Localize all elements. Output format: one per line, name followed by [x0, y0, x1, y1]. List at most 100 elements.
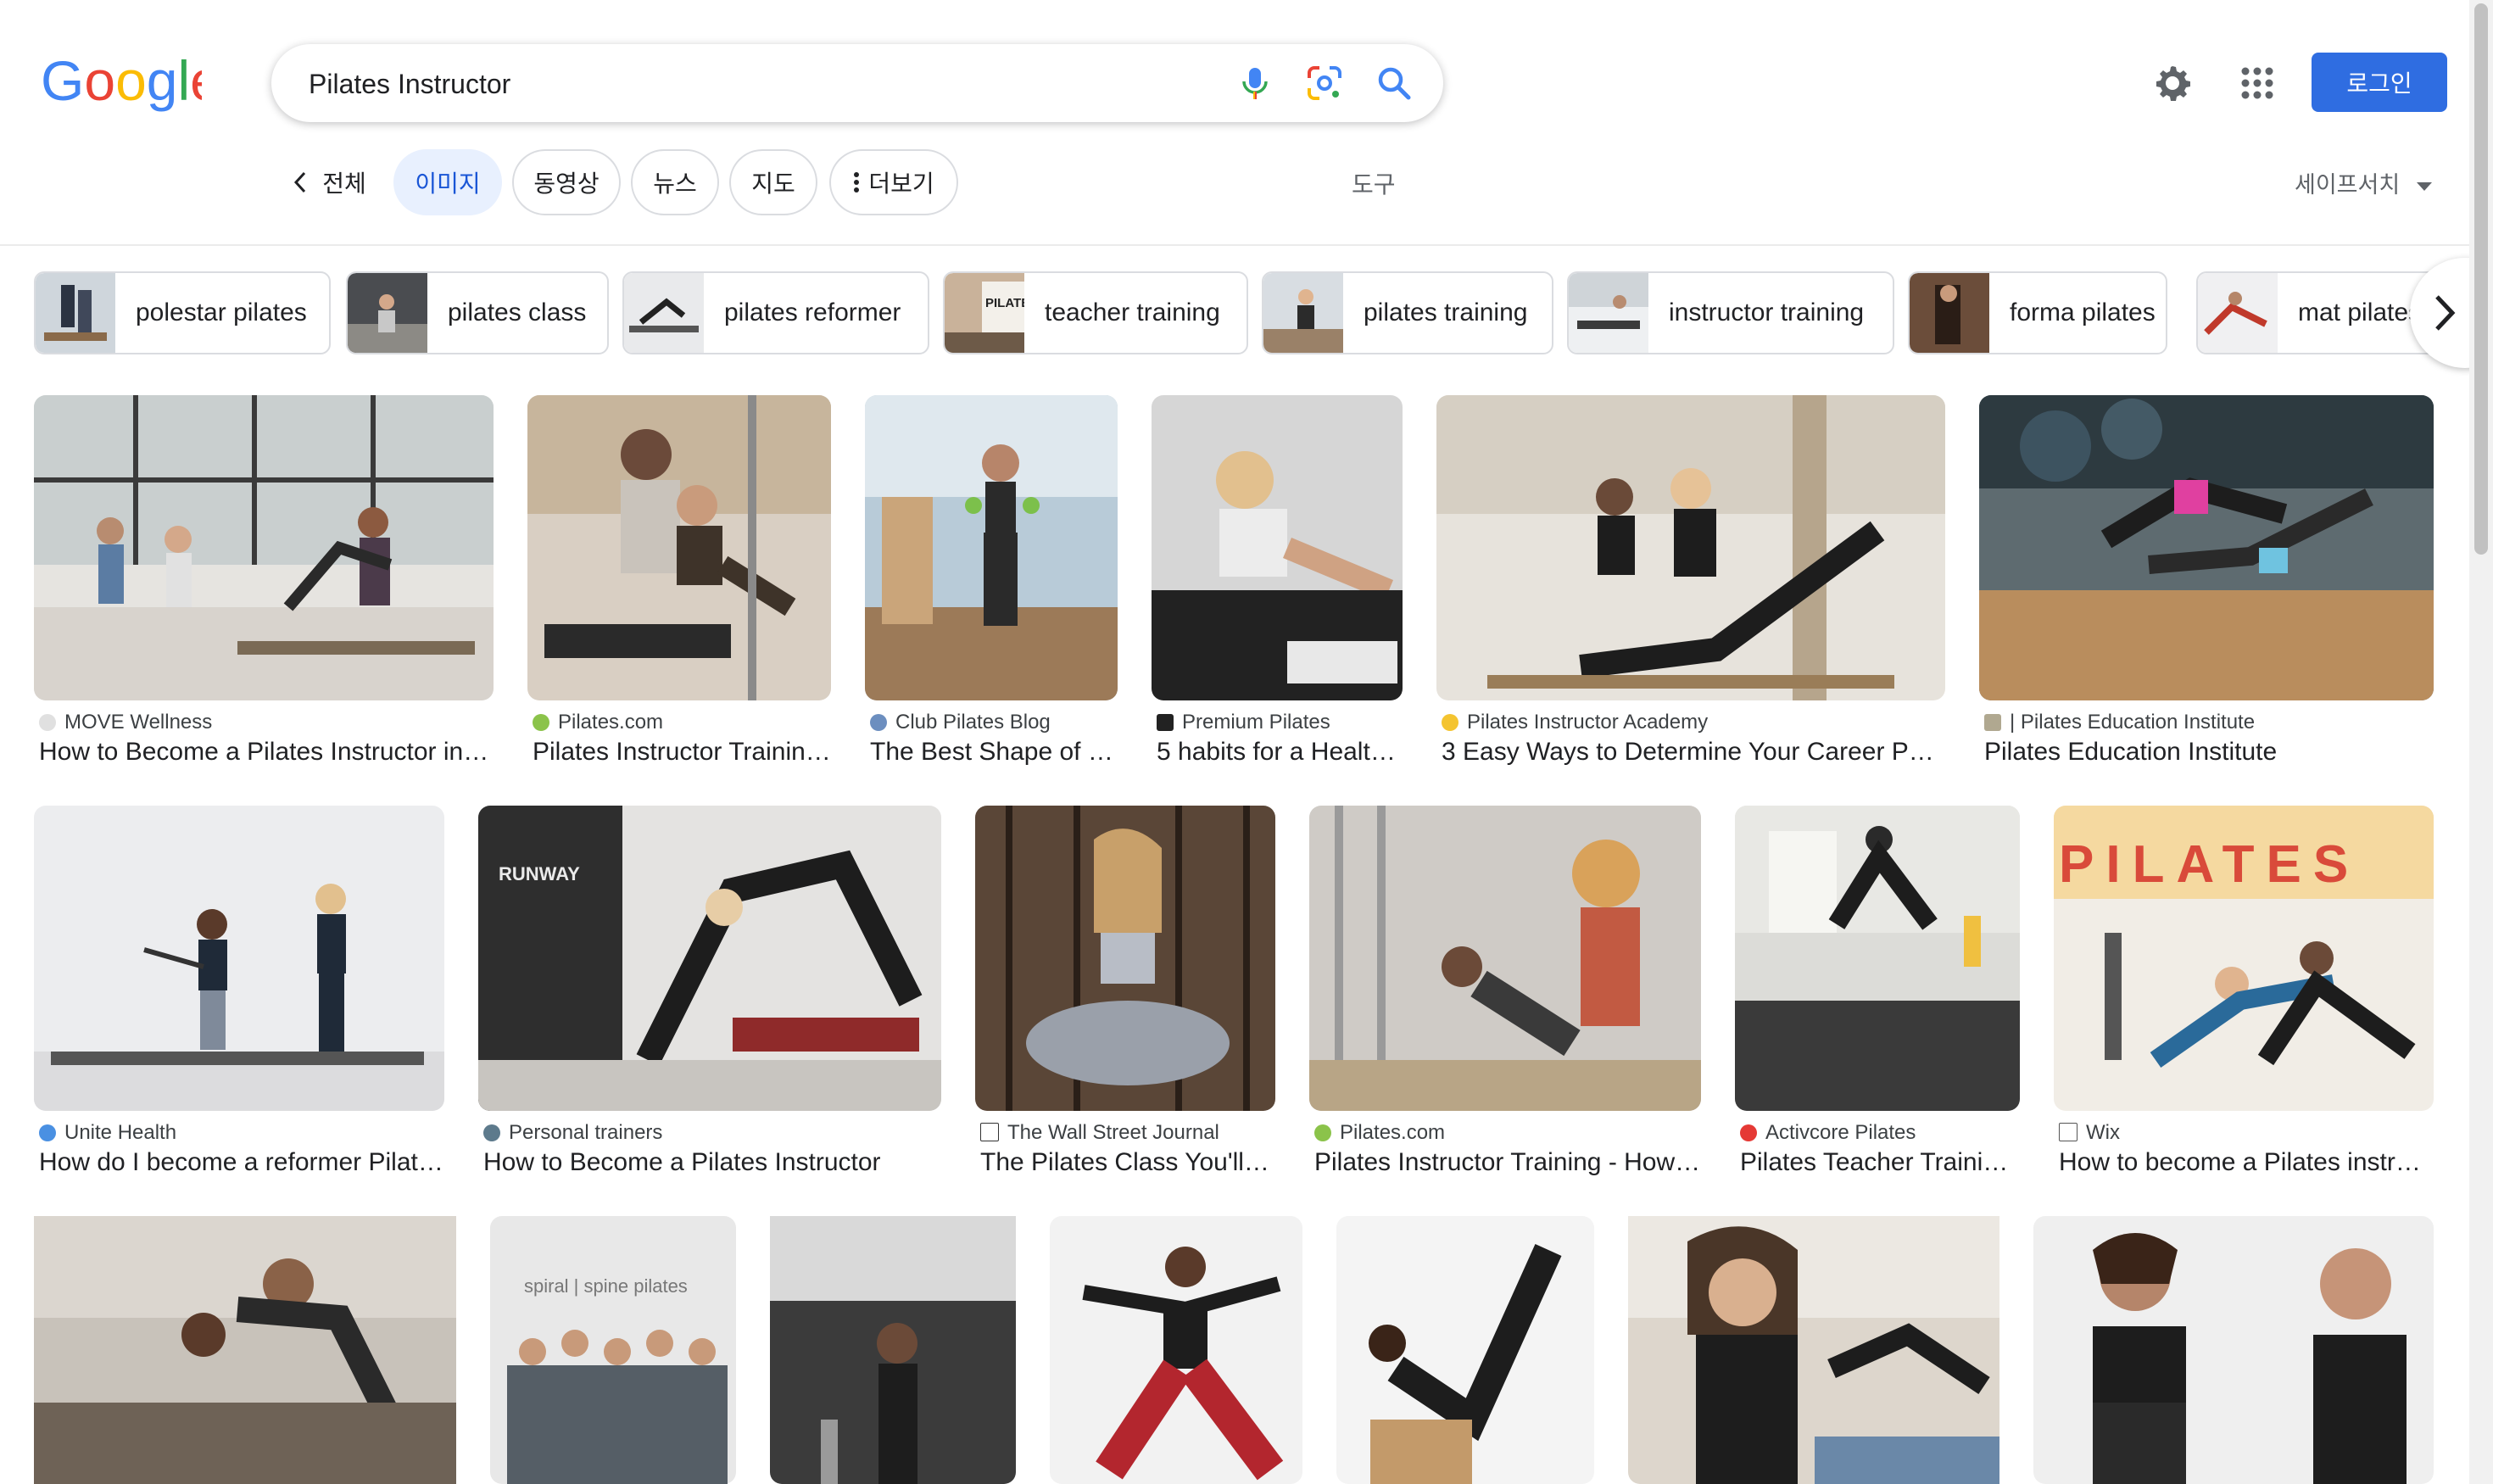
result-image[interactable]: [1336, 1216, 1594, 1484]
image-result[interactable]: Pilates Instructor Academy 3 Easy Ways t…: [1436, 395, 1945, 766]
search-input[interactable]: [307, 63, 1158, 105]
tab-maps[interactable]: 지도: [729, 149, 817, 215]
chip-polestar-pilates[interactable]: polestar pilates: [34, 271, 331, 354]
chip-thumbnail: [1569, 273, 1648, 353]
result-image[interactable]: [1735, 806, 2020, 1111]
result-source[interactable]: MOVE Wellness: [39, 711, 494, 734]
result-source-name: Activcore Pilates: [1765, 1121, 1916, 1144]
image-result[interactable]: Premium Pilates 5 habits for a Health…: [1152, 395, 1403, 766]
chip-instructor-training[interactable]: instructor training: [1567, 271, 1894, 354]
chip-label: mat pilates: [2298, 298, 2422, 326]
result-image[interactable]: [2033, 1216, 2434, 1484]
result-image[interactable]: spiral | spine pilates: [490, 1216, 736, 1484]
image-result[interactable]: PILATES Wix How to become a Pilates inst…: [2054, 806, 2434, 1176]
result-title[interactable]: The Pilates Class You'll …: [980, 1148, 1275, 1177]
result-image[interactable]: [1152, 395, 1403, 700]
image-result[interactable]: RUNWAY Personal trainers How to Become a…: [478, 806, 941, 1176]
result-source[interactable]: Pilates Instructor Academy: [1442, 711, 1945, 734]
result-image[interactable]: [1436, 395, 1945, 700]
chip-label: forma pilates: [2010, 298, 2156, 326]
favicon: [1984, 714, 2001, 731]
chip-label: pilates reformer: [724, 298, 901, 326]
google-lens-icon[interactable]: [1304, 63, 1345, 103]
chip-pilates-reformer[interactable]: pilates reformer: [622, 271, 929, 354]
safesearch-dropdown[interactable]: 세이프서치: [2295, 166, 2433, 199]
result-source[interactable]: Premium Pilates: [1157, 711, 1403, 734]
chip-label: pilates training: [1364, 298, 1528, 326]
chip-thumbnail: [348, 273, 427, 353]
chip-thumbnail-sign: PILATES TEACHER TRAINING: [985, 296, 1024, 310]
login-button[interactable]: 로그인: [2312, 53, 2447, 112]
result-source[interactable]: Personal trainers: [483, 1121, 941, 1145]
tab-all[interactable]: 전체: [280, 149, 378, 215]
result-source[interactable]: Unite Health: [39, 1121, 444, 1145]
favicon: [2059, 1123, 2078, 1141]
result-source-name: Pilates.com: [558, 711, 664, 734]
result-source[interactable]: Pilates.com: [1314, 1121, 1701, 1145]
result-title[interactable]: 3 Easy Ways to Determine Your Career Pat…: [1442, 738, 1945, 767]
result-image[interactable]: RUNWAY: [478, 806, 941, 1111]
microphone-icon[interactable]: [1235, 63, 1275, 103]
result-image[interactable]: [865, 395, 1118, 700]
tools-button[interactable]: 도구: [1352, 166, 1396, 200]
image-result[interactable]: MOVE Wellness How to Become a Pilates In…: [34, 395, 494, 766]
favicon: [1314, 1124, 1331, 1141]
image-result[interactable]: Activcore Pilates Pilates Teacher Traini…: [1735, 806, 2020, 1176]
result-image[interactable]: [975, 806, 1275, 1111]
chip-label: instructor training: [1669, 298, 1865, 326]
result-image[interactable]: [770, 1216, 1016, 1484]
tab-news[interactable]: 뉴스: [631, 149, 719, 215]
result-title[interactable]: Pilates Teacher Trainin…: [1740, 1148, 2020, 1177]
tab-more[interactable]: 더보기: [829, 149, 958, 215]
result-image[interactable]: [1309, 806, 1701, 1111]
scrollbar-thumb[interactable]: [2474, 3, 2488, 555]
result-source[interactable]: | Pilates Education Institute: [1984, 711, 2434, 734]
result-image[interactable]: [1050, 1216, 1302, 1484]
chip-pilates-class[interactable]: pilates class: [346, 271, 609, 354]
search-box[interactable]: [271, 44, 1443, 122]
image-result[interactable]: Unite Health How do I become a reformer …: [34, 806, 444, 1176]
result-image[interactable]: [34, 806, 444, 1111]
tab-label: 지도: [751, 170, 795, 197]
result-image[interactable]: [1628, 1216, 1999, 1484]
result-source[interactable]: Wix: [2059, 1121, 2434, 1145]
result-title[interactable]: The Best Shape of …: [870, 738, 1118, 767]
settings-gear-icon[interactable]: [2152, 63, 2193, 103]
result-title[interactable]: 5 habits for a Health…: [1157, 738, 1403, 767]
result-source-name: MOVE Wellness: [64, 711, 213, 734]
result-title[interactable]: How to Become a Pilates Instructor in 2…: [39, 738, 494, 767]
result-title[interactable]: How to become a Pilates instru…: [2059, 1148, 2434, 1177]
image-result[interactable]: The Wall Street Journal The Pilates Clas…: [975, 806, 1275, 1176]
result-source-name: Pilates Instructor Academy: [1467, 711, 1709, 734]
google-logo[interactable]: Google: [41, 53, 202, 112]
result-title[interactable]: Pilates Instructor Training - How t…: [1314, 1148, 1701, 1177]
favicon: [870, 714, 887, 731]
result-source[interactable]: Activcore Pilates: [1740, 1121, 2020, 1145]
image-result[interactable]: Club Pilates Blog The Best Shape of …: [865, 395, 1118, 766]
result-source[interactable]: The Wall Street Journal: [980, 1121, 1275, 1145]
apps-grid-icon[interactable]: [2237, 63, 2278, 103]
page-scrollbar[interactable]: [2469, 0, 2493, 1484]
chip-pilates-training[interactable]: pilates training: [1262, 271, 1553, 354]
result-source[interactable]: Club Pilates Blog: [870, 711, 1118, 734]
result-image[interactable]: [1979, 395, 2434, 700]
result-image[interactable]: [527, 395, 831, 700]
result-title[interactable]: How to Become a Pilates Instructor: [483, 1148, 941, 1177]
result-image[interactable]: PILATES: [2054, 806, 2434, 1111]
result-source[interactable]: Pilates.com: [533, 711, 831, 734]
result-title[interactable]: Pilates Education Institute: [1984, 738, 2434, 767]
chip-teacher-training[interactable]: PILATES TEACHER TRAINING teacher trainin…: [943, 271, 1248, 354]
search-icon[interactable]: [1374, 63, 1414, 103]
tab-images[interactable]: 이미지: [393, 149, 502, 215]
image-result[interactable]: Pilates.com Pilates Instructor Training …: [1309, 806, 1701, 1176]
result-image[interactable]: [34, 395, 494, 700]
caret-down-icon: [2417, 181, 2433, 191]
image-result[interactable]: | Pilates Education Institute Pilates Ed…: [1979, 395, 2434, 766]
result-title[interactable]: How do I become a reformer Pilate…: [39, 1148, 444, 1177]
result-image[interactable]: [34, 1216, 456, 1484]
result-source-name: Unite Health: [64, 1121, 177, 1144]
result-title[interactable]: Pilates Instructor Trainin…: [533, 738, 831, 767]
tab-videos[interactable]: 동영상: [512, 149, 621, 215]
chip-forma-pilates[interactable]: forma pilates: [1908, 271, 2167, 354]
image-result[interactable]: Pilates.com Pilates Instructor Trainin…: [527, 395, 831, 766]
